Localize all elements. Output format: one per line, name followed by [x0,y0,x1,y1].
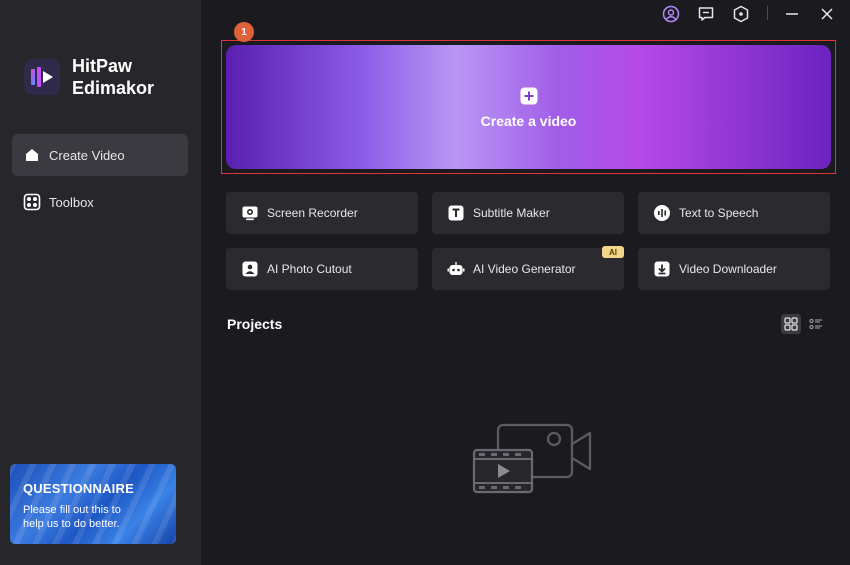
text-to-speech-icon [653,204,671,222]
grid-view-button[interactable] [781,314,801,334]
tile-label: AI Video Generator [473,262,576,276]
tile-label: Text to Speech [679,206,759,220]
sidebar-item-label: Create Video [49,147,125,163]
brand: HitPaw Edimakor [24,55,154,99]
settings-icon[interactable] [731,4,751,24]
screen-recorder-icon [241,204,259,222]
screen-recorder-button[interactable]: Screen Recorder [226,192,418,234]
sidebar-item-label: Toolbox [49,194,94,210]
questionnaire-title: QUESTIONNAIRE [23,481,134,496]
account-icon[interactable] [661,4,681,24]
plus-icon [520,87,538,110]
download-icon [653,260,671,278]
sidebar: HitPaw Edimakor Create Video Toolbox QUE… [0,0,201,565]
feedback-icon[interactable] [696,4,716,24]
tile-label: Subtitle Maker [473,206,550,220]
step-badge: 1 [234,22,254,42]
questionnaire-subtitle: Please fill out this to help us to do be… [23,504,121,530]
text-to-speech-button[interactable]: Text to Speech [638,192,830,234]
photo-cutout-icon [241,260,259,278]
tile-label: Screen Recorder [267,206,358,220]
ai-photo-cutout-button[interactable]: AI Photo Cutout [226,248,418,290]
subtitle-icon [447,204,465,222]
list-view-icon [809,317,823,331]
close-icon[interactable] [817,4,837,24]
minimize-icon[interactable] [782,4,802,24]
toolbox-icon [22,192,42,212]
list-view-button[interactable] [806,314,826,334]
topbar-divider [767,6,768,20]
tile-label: Video Downloader [679,262,777,276]
projects-title: Projects [227,316,283,332]
sidebar-item-toolbox[interactable]: Toolbox [12,181,188,223]
brand-name-line2: Edimakor [72,78,155,98]
grid-view-icon [784,317,798,331]
create-video-label: Create a video [480,113,577,129]
tile-label: AI Photo Cutout [267,262,352,276]
questionnaire-banner[interactable]: QUESTIONNAIRE Please fill out this to he… [10,464,176,544]
brand-name-line1: HitPaw [72,56,133,76]
ai-badge: AI [602,246,624,258]
sidebar-item-create-video[interactable]: Create Video [12,134,188,176]
app-logo-icon [24,59,60,95]
home-icon [22,145,42,165]
robot-icon [447,260,465,278]
video-downloader-button[interactable]: Video Downloader [638,248,830,290]
empty-projects-video-icon [472,422,594,494]
subtitle-maker-button[interactable]: Subtitle Maker [432,192,624,234]
ai-video-generator-button[interactable]: AI Video Generator AI [432,246,624,290]
